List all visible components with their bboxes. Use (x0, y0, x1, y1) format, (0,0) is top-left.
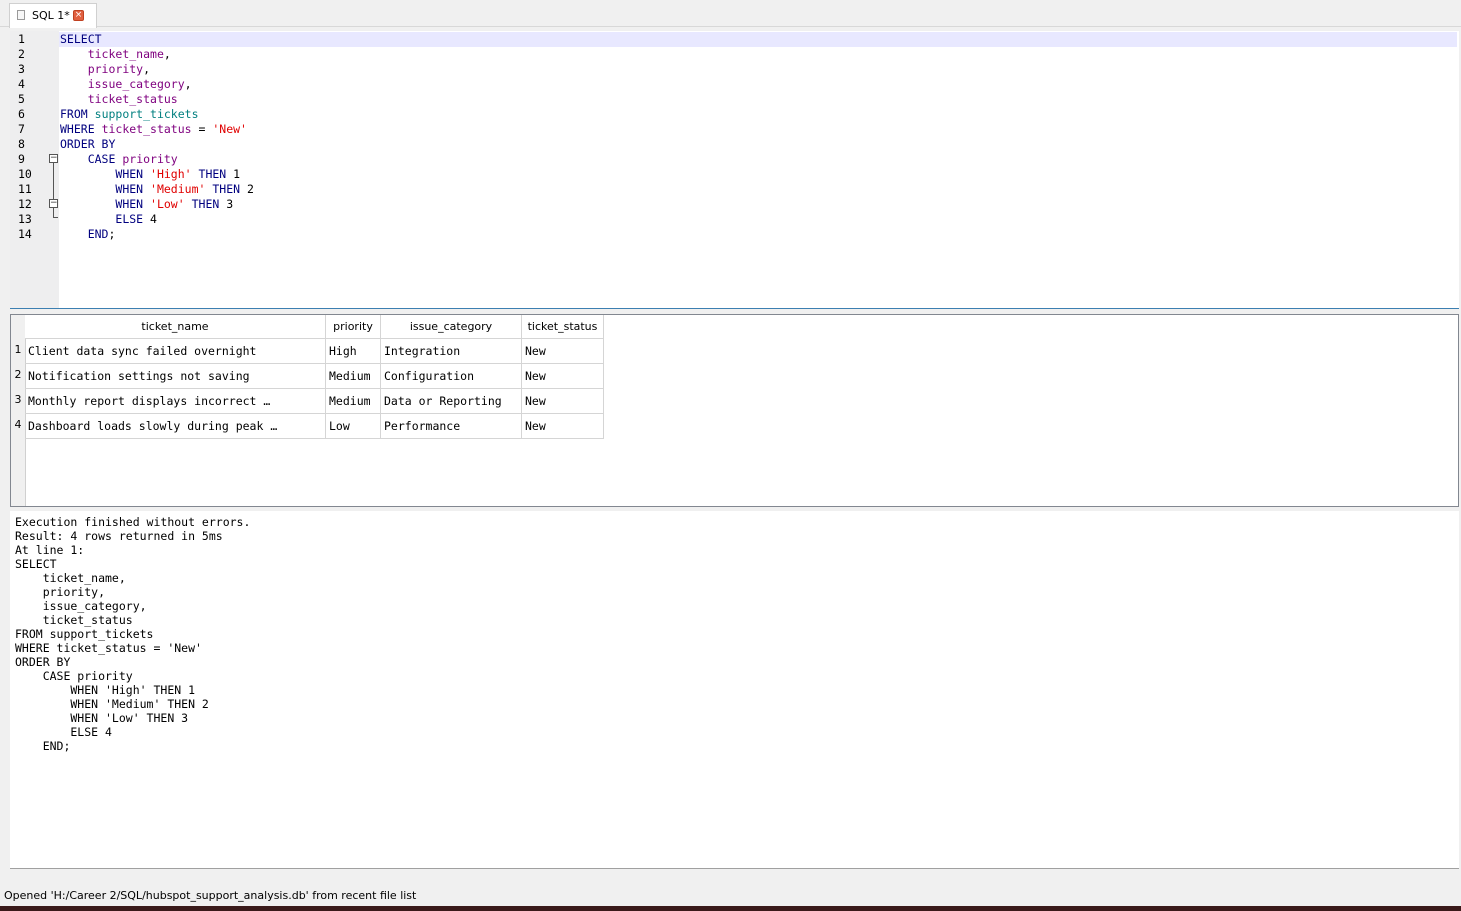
row-number[interactable]: 2 (11, 368, 25, 381)
code-text: priority, (87, 62, 151, 76)
results-table: ticket_name priority issue_category ticket_… (25, 315, 604, 439)
code-text: WHEN 'Medium' THEN 2 (115, 182, 254, 196)
code-text: WHEN 'High' THEN 1 (115, 167, 241, 181)
table-cell[interactable]: New (521, 388, 604, 414)
results-grid[interactable]: ticket_name priority issue_category ticket_… (10, 314, 1459, 507)
fold-line (53, 163, 54, 199)
fold-collapse-icon[interactable]: − (49, 154, 58, 163)
code-text: ORDER BY (60, 137, 116, 151)
line-number: 10 (18, 167, 32, 181)
line-number: 12 (18, 197, 32, 211)
tab-sql-1[interactable]: SQL 1* × (9, 3, 97, 28)
table-row[interactable]: Monthly report displays incorrect … Mediu… (25, 388, 604, 414)
column-header-issue_category[interactable]: issue_category (380, 315, 522, 339)
column-header-ticket_status[interactable]: ticket_status (521, 315, 604, 339)
sql-editor[interactable]: 1 SELECT 2 ticket_name, 3 priority, 4 issue_… (10, 31, 1459, 309)
table-cell[interactable]: New (521, 338, 604, 364)
table-cell[interactable]: Medium (325, 388, 381, 414)
code-text: END; (87, 227, 116, 241)
table-cell[interactable]: High (325, 338, 381, 364)
table-cell[interactable]: Dashboard loads slowly during peak … (25, 413, 326, 439)
code-text: issue_category, (87, 77, 192, 91)
close-icon[interactable]: × (73, 10, 84, 21)
table-cell[interactable]: Configuration (380, 363, 522, 389)
document-icon (17, 10, 25, 20)
row-number[interactable]: 1 (11, 343, 25, 356)
table-cell[interactable]: New (521, 363, 604, 389)
table-cell[interactable]: Notification settings not saving (25, 363, 326, 389)
column-header-ticket_name[interactable]: ticket_name (25, 315, 326, 339)
code-text: ticket_status (87, 92, 178, 106)
line-number: 13 (18, 212, 32, 226)
line-number: 1 (18, 32, 25, 46)
line-number: 7 (18, 122, 25, 136)
code-text: CASE priority (87, 152, 178, 166)
code-text: ticket_name, (87, 47, 171, 61)
code-text: SELECT (60, 32, 102, 46)
current-line-highlight (59, 32, 1457, 47)
line-number: 2 (18, 47, 25, 61)
line-number: 4 (18, 77, 25, 91)
fold-end-marker (53, 217, 58, 218)
code-text: ELSE 4 (115, 212, 157, 226)
execution-message: Execution finished without errors. Resul… (15, 515, 251, 753)
table-cell[interactable]: Integration (380, 338, 522, 364)
line-number: 14 (18, 227, 32, 241)
taskbar-strip (0, 906, 1461, 911)
tab-bar: SQL 1* × (0, 0, 1461, 28)
line-number: 11 (18, 182, 32, 196)
code-text: WHEN 'Low' THEN 3 (115, 197, 234, 211)
line-number: 3 (18, 62, 25, 76)
message-output-pane[interactable]: Execution finished without errors. Resul… (10, 511, 1459, 869)
table-cell[interactable]: Low (325, 413, 381, 439)
line-number: 9 (18, 152, 25, 166)
row-number[interactable]: 4 (11, 418, 25, 431)
fold-collapse-icon[interactable]: − (49, 199, 58, 208)
status-bar: Opened 'H:/Career 2/SQL/hubspot_support_… (0, 885, 1461, 906)
column-header-priority[interactable]: priority (325, 315, 381, 339)
line-number: 8 (18, 137, 25, 151)
code-text: WHERE ticket_status = 'New' (60, 122, 247, 136)
table-row[interactable]: Notification settings not saving Medium Co… (25, 363, 604, 389)
table-cell[interactable]: New (521, 413, 604, 439)
table-row[interactable]: Client data sync failed overnight High Int… (25, 338, 604, 364)
row-number[interactable]: 3 (11, 393, 25, 406)
table-cell[interactable]: Client data sync failed overnight (25, 338, 326, 364)
table-cell[interactable]: Performance (380, 413, 522, 439)
status-message: Opened 'H:/Career 2/SQL/hubspot_support_… (4, 889, 417, 902)
table-cell[interactable]: Medium (325, 363, 381, 389)
code-text: FROM support_tickets (60, 107, 199, 121)
tab-label: SQL 1* (32, 9, 70, 22)
table-cell[interactable]: Data or Reporting (380, 388, 522, 414)
table-row[interactable]: Dashboard loads slowly during peak … Low P… (25, 413, 604, 439)
table-cell[interactable]: Monthly report displays incorrect … (25, 388, 326, 414)
line-number: 6 (18, 107, 25, 121)
fold-line (53, 208, 54, 217)
line-number: 5 (18, 92, 25, 106)
